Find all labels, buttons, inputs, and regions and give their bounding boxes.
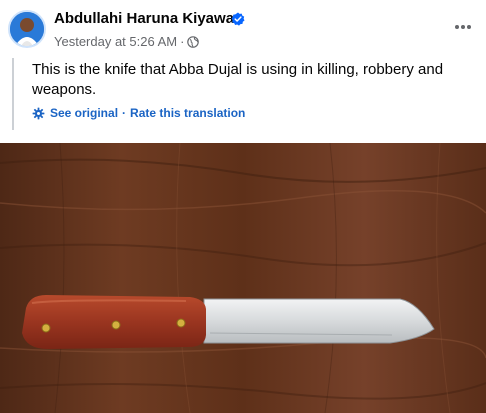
globe-icon[interactable]	[187, 35, 200, 48]
author-avatar[interactable]	[8, 10, 46, 48]
rate-translation-link[interactable]: Rate this translation	[130, 106, 245, 120]
see-original-link[interactable]: See original	[50, 106, 118, 120]
verified-badge-icon	[231, 12, 245, 26]
meta-separator: ·	[180, 34, 185, 49]
translated-post-block: This is the knife that Abba Dujal is usi…	[12, 58, 474, 130]
translation-links: See original · Rate this translation	[32, 106, 245, 120]
post-text: This is the knife that Abba Dujal is usi…	[32, 61, 444, 98]
more-options-button[interactable]	[450, 14, 476, 40]
links-separator: ·	[122, 106, 127, 120]
post-photo[interactable]	[0, 143, 486, 413]
author-name[interactable]: Abdullahi Haruna Kiyawa	[54, 10, 234, 27]
gear-icon	[32, 107, 45, 120]
knife-image	[22, 295, 435, 349]
wood-table-background	[0, 143, 486, 413]
post-header: Abdullahi Haruna Kiyawa Yesterday at 5:2…	[0, 0, 486, 58]
post-meta: Yesterday at 5:26 AM ·	[54, 34, 200, 49]
more-horizontal-icon	[455, 25, 471, 29]
facebook-post: Abdullahi Haruna Kiyawa Yesterday at 5:2…	[0, 0, 486, 413]
post-timestamp[interactable]: Yesterday at 5:26 AM	[54, 34, 177, 49]
